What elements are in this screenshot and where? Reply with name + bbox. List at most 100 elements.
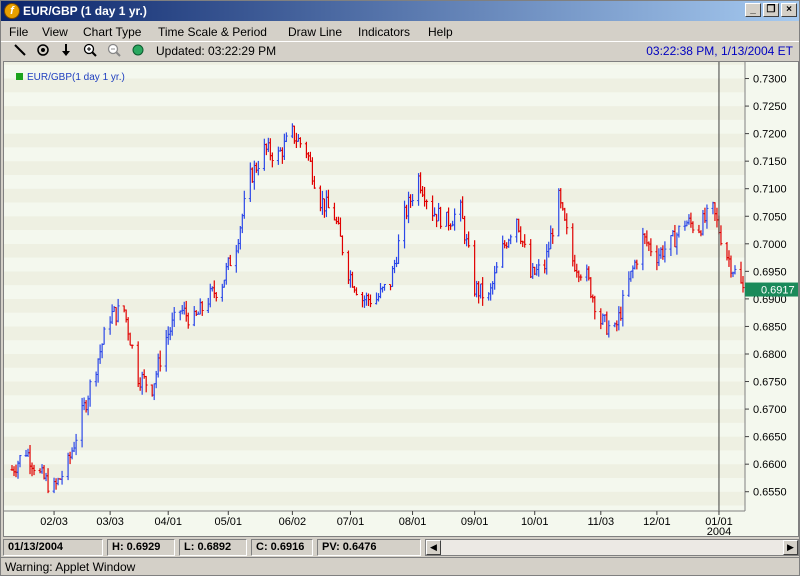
y-tick-label: 0.7200 [753, 129, 787, 141]
menu-draw-line[interactable]: Draw Line [288, 25, 342, 39]
chart-band [4, 119, 745, 134]
y-tick-label: 0.6550 [753, 487, 787, 499]
chart-band [4, 62, 745, 65]
refresh-icon[interactable] [129, 43, 147, 59]
scroll-left-icon[interactable]: ◀ [426, 540, 441, 555]
x-tick-label: 02/03 [40, 516, 68, 528]
x-tick-label: 05/01 [215, 516, 243, 528]
y-tick-label: 0.7300 [753, 74, 787, 86]
chart-band [4, 285, 745, 299]
chart-band [4, 422, 745, 437]
x-tick-label: 07/01 [337, 516, 365, 528]
scroll-right-icon[interactable]: ▶ [783, 540, 798, 555]
chart-band [4, 106, 745, 120]
status-bar: 01/13/2004 H: 0.6929 L: 0.6892 C: 0.6916… [1, 538, 799, 556]
y-tick-label: 0.6800 [753, 349, 787, 361]
menu-file[interactable]: File [9, 25, 28, 39]
chart-band [4, 491, 745, 506]
y-tick-label: 0.6650 [753, 432, 787, 444]
crosshair-icon[interactable] [34, 43, 52, 59]
legend-swatch [16, 73, 23, 80]
chart-bands [4, 62, 745, 520]
status-low: L: 0.6892 [179, 539, 247, 556]
chart-band [4, 381, 745, 396]
horizontal-scrollbar[interactable]: ◀ ▶ [425, 539, 799, 556]
chart-band [4, 409, 745, 423]
y-tick-label: 0.6700 [753, 404, 787, 416]
toolbar: Updated: 03:22:29 PM 03:22:38 PM, 1/13/2… [1, 41, 799, 60]
chart-area[interactable]: 0.7300 0.7250 0.7200 0.7150 0.7100 0.7050 0.70… [3, 61, 799, 537]
x-tick-label: 09/01 [461, 516, 489, 528]
y-tick-label: 0.7000 [753, 239, 787, 251]
y-tick-label: 0.7100 [753, 184, 787, 196]
x-tick-label: 06/02 [279, 516, 307, 528]
chart-band [4, 298, 745, 313]
chart-band [4, 174, 745, 189]
chart-band [4, 436, 745, 451]
y-tick-label: 0.7050 [753, 211, 787, 223]
chart-band [4, 257, 745, 272]
menu-view[interactable]: View [42, 25, 68, 39]
x-tick-label: 10/01 [521, 516, 549, 528]
chart-band [4, 464, 745, 478]
chart-band [4, 312, 745, 327]
menu-chart-type[interactable]: Chart Type [83, 25, 141, 39]
price-chart[interactable]: 0.7300 0.7250 0.7200 0.7150 0.7100 0.7050 0.70… [4, 62, 799, 537]
y-tick-label: 0.6950 [753, 266, 787, 278]
chart-band [4, 147, 745, 162]
x-tick-label: 08/01 [399, 516, 427, 528]
status-high: H: 0.6929 [107, 539, 175, 556]
x-tick-label: 12/01 [643, 516, 671, 528]
app-window: f EUR/GBP (1 day 1 yr.) _ ❐ × File View … [0, 0, 800, 576]
current-clock: 03:22:38 PM, 1/13/2004 ET [646, 44, 793, 58]
zoom-in-icon[interactable] [81, 43, 99, 59]
y-tick-label: 0.7150 [753, 156, 787, 168]
arrow-down-icon[interactable] [57, 43, 75, 59]
chart-band [4, 353, 745, 368]
current-value-marker: 0.6917 [745, 282, 798, 297]
menu-indicators[interactable]: Indicators [358, 25, 410, 39]
chart-band [4, 340, 745, 354]
chart-band [4, 477, 745, 492]
applet-warning: Warning: Applet Window [1, 557, 799, 575]
menu-time-scale[interactable]: Time Scale & Period [158, 25, 267, 39]
draw-line-icon[interactable] [11, 43, 29, 59]
chart-band [4, 188, 745, 203]
y-tick-label: 0.6750 [753, 377, 787, 389]
menu-help[interactable]: Help [428, 25, 453, 39]
current-value-label: 0.6917 [761, 285, 795, 297]
window-title: EUR/GBP (1 day 1 yr.) [23, 4, 147, 18]
chart-band [4, 92, 745, 107]
status-pv: PV: 0.6476 [317, 539, 421, 556]
chart-band [4, 216, 745, 231]
chart-band [4, 271, 745, 286]
chart-band [4, 326, 745, 341]
y-tick-label: 0.6600 [753, 459, 787, 471]
chart-band [4, 202, 745, 217]
chart-band [4, 133, 745, 148]
status-date: 01/13/2004 [3, 539, 103, 556]
chart-band [4, 230, 745, 244]
chart-band [4, 243, 745, 258]
y-tick-label: 0.7250 [753, 101, 787, 113]
y-tick-label: 0.6850 [753, 321, 787, 333]
legend: EUR/GBP(1 day 1 yr.) [16, 72, 125, 83]
status-close: C: 0.6916 [251, 539, 313, 556]
menu-bar: File View Chart Type Time Scale & Period… [1, 21, 799, 41]
close-button[interactable]: × [781, 3, 797, 17]
chart-band [4, 367, 745, 382]
title-bar[interactable]: f EUR/GBP (1 day 1 yr.) _ ❐ × [1, 1, 799, 21]
x-tick-label: 04/01 [154, 516, 182, 528]
zoom-out-icon[interactable] [105, 43, 123, 59]
minimize-button[interactable]: _ [745, 3, 761, 17]
x-tick-label: 03/03 [96, 516, 124, 528]
x-tick-label: 11/03 [587, 516, 614, 528]
app-logo-icon: f [4, 3, 20, 19]
legend-label: EUR/GBP(1 day 1 yr.) [27, 72, 125, 83]
chart-band [4, 395, 745, 410]
chart-band [4, 161, 745, 175]
restore-button[interactable]: ❐ [763, 3, 779, 17]
x-year-label: 2004 [707, 526, 731, 537]
updated-time: Updated: 03:22:29 PM [156, 44, 277, 58]
chart-band [4, 450, 745, 465]
